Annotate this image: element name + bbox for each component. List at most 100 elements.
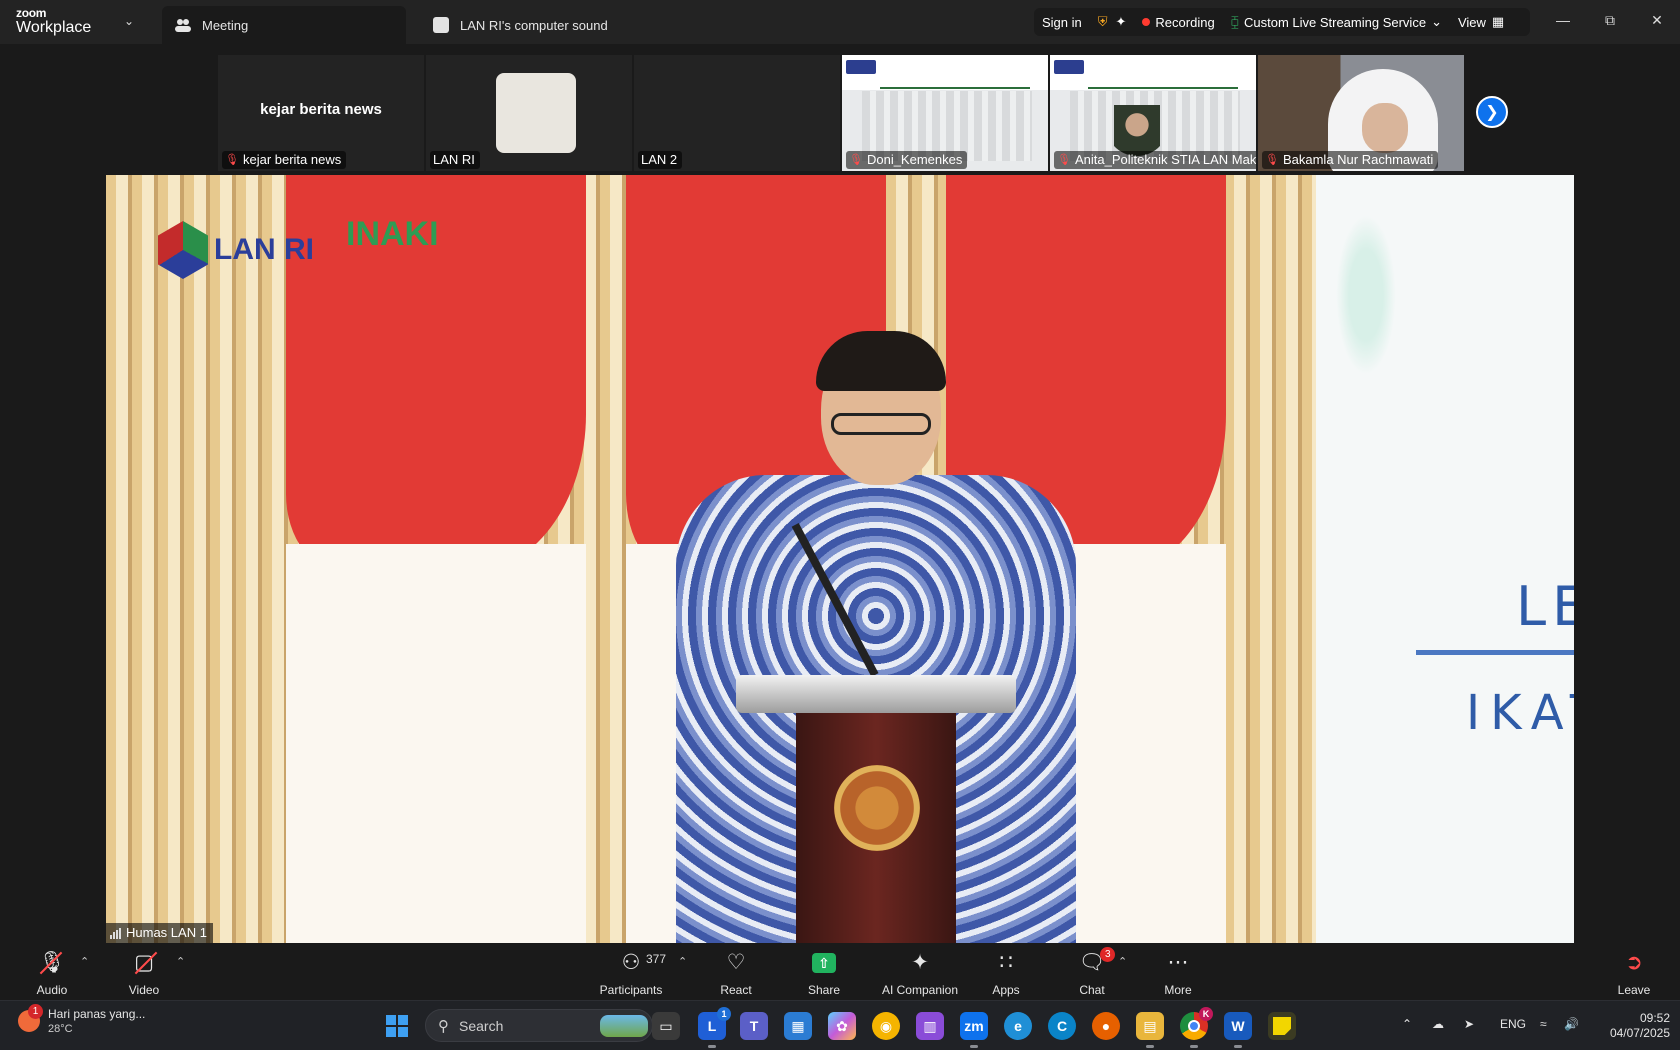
minimize-icon[interactable]: — (1540, 0, 1586, 40)
more-button[interactable]: ⋯ More (1158, 951, 1198, 997)
app-notification-badge: 1 (717, 1007, 731, 1021)
language-indicator[interactable]: ENG (1500, 1017, 1526, 1031)
windows-taskbar: 1 Hari panas yang... 28°C ⚲ Search ▭ L1 … (0, 1000, 1680, 1050)
flag (286, 175, 586, 943)
tab-computer-sound-label: LAN RI's computer sound (460, 17, 608, 33)
restore-icon[interactable]: ⧉ (1587, 0, 1633, 40)
participant-avatar (496, 73, 576, 153)
ai-companion-button[interactable]: ✦ AI Companion (878, 951, 962, 997)
leave-button[interactable]: ➲ Leave (1614, 951, 1654, 997)
participant-name: Doni_Kemenkes (866, 152, 963, 167)
firefox-icon[interactable]: ● (1092, 1012, 1120, 1040)
window-icon (430, 16, 452, 34)
meeting-controls: 🎙 Audio ⌃ ▢ Video ⌃ ⚇ Participants 377 ⌃… (0, 943, 1680, 1000)
location-icon[interactable]: ➤ (1464, 1017, 1474, 1031)
camera-off-icon: ▢ (134, 951, 158, 975)
participants-label: Participants (599, 983, 663, 997)
brand-zoom: zoom (16, 6, 47, 20)
zoom-meeting-window: zoom Workplace ⌄ Meeting LAN RI's comput… (0, 0, 1680, 1050)
participant-tile[interactable]: LAN RI (426, 55, 632, 171)
share-button[interactable]: ⇧ Share (804, 951, 844, 997)
apps-label: Apps (992, 983, 1020, 997)
copilot-icon[interactable]: ✿ (828, 1012, 856, 1040)
volume-icon[interactable]: 🔊 (1564, 1017, 1579, 1031)
chat-bubble-icon: 🗨 3 (1079, 947, 1116, 975)
app-purple-icon[interactable]: ▥ (916, 1012, 944, 1040)
recording-indicator[interactable]: Recording (1134, 15, 1222, 30)
chevron-down-icon: ⌄ (124, 14, 135, 28)
screen-text-line1: LE (1516, 575, 1574, 638)
audio-label: Audio (36, 983, 68, 997)
podium-emblem (834, 765, 920, 851)
more-dots-icon: ⋯ (1167, 951, 1189, 974)
sign-in-button[interactable]: Sign in (1034, 15, 1090, 30)
weather-widget[interactable]: 1 Hari panas yang... 28°C (18, 1004, 145, 1035)
audio-options-caret-icon[interactable]: ⌃ (80, 955, 89, 968)
more-label: More (1164, 983, 1192, 997)
video-button[interactable]: ▢ Video (126, 951, 162, 997)
browser-c-icon[interactable]: C (1048, 1012, 1076, 1040)
word-icon[interactable]: W (1224, 1012, 1252, 1048)
tray-overflow-chevron-icon[interactable]: ⌃ (1402, 1017, 1412, 1031)
taskbar-clock[interactable]: 09:52 04/07/2025 (1590, 1011, 1670, 1041)
app-circle-icon[interactable]: ◉ (872, 1012, 900, 1040)
video-options-caret-icon[interactable]: ⌃ (176, 955, 185, 968)
view-label: View (1457, 14, 1486, 30)
wifi-icon[interactable]: ≈ (1540, 1017, 1547, 1031)
participant-name-tag: LAN 2 (638, 151, 683, 169)
ai-companion-label: AI Companion (881, 983, 959, 997)
react-label: React (720, 983, 752, 997)
file-explorer-icon[interactable]: ▤ (1136, 1012, 1164, 1048)
projection-screen: LE IKAT (1316, 175, 1574, 943)
sparkle-icon[interactable]: ✦ (1116, 14, 1135, 30)
meeting-icon (172, 16, 194, 34)
participants-icon: ⚇ (621, 951, 641, 974)
apps-button[interactable]: ∷ Apps (986, 951, 1026, 997)
recording-dot-icon (1142, 18, 1151, 26)
active-speaker-video[interactable]: LE IKAT LAN RI INAKI Humas LAN 1 (106, 175, 1574, 943)
live-streaming-menu[interactable]: ⧮ Custom Live Streaming Service ⌄ (1223, 14, 1450, 30)
microphone-muted-icon: 🎙 (39, 951, 65, 975)
tab-meeting[interactable]: Meeting (162, 6, 406, 44)
leave-door-icon: ➲ (1625, 951, 1643, 974)
participant-tile[interactable]: 🎙 Bakamla Nur Rachmawati (1258, 55, 1464, 171)
teams-icon[interactable]: T (740, 1012, 768, 1040)
taskbar-search[interactable]: ⚲ Search (425, 1009, 653, 1042)
participant-name-tag: LAN RI (430, 151, 480, 169)
edge-icon[interactable]: e (1004, 1012, 1032, 1040)
lan-ri-logo: LAN RI (158, 221, 314, 279)
close-icon[interactable]: ✕ (1634, 0, 1680, 40)
zoom-workplace-menu[interactable]: zoom Workplace ⌄ (0, 0, 160, 44)
participant-name: LAN RI (433, 152, 475, 167)
taskbar-app-l-icon[interactable]: L1 (698, 1007, 731, 1048)
task-view-icon[interactable]: ▭ (652, 1012, 680, 1040)
windows-start-icon[interactable] (386, 1015, 408, 1037)
store-icon[interactable]: ▦ (784, 1012, 812, 1040)
sticky-notes-icon[interactable] (1268, 1012, 1296, 1040)
grid-view-icon: ▦ (1491, 14, 1505, 29)
zoom-app-icon[interactable]: zm (960, 1012, 988, 1048)
heart-icon: ♡ (726, 951, 746, 974)
next-page-chevron-right-icon[interactable]: ❯ (1476, 96, 1508, 128)
participant-name-tag: 🎙 kejar berita news (222, 151, 347, 169)
participant-tile[interactable]: 🎙 Anita_Politeknik STIA LAN Mak... (1050, 55, 1256, 171)
participant-name-tag: 🎙 Bakamla Nur Rachmawati (1262, 151, 1439, 169)
security-shield-icon[interactable]: ⛨ (1090, 14, 1116, 30)
chat-label: Chat (1079, 983, 1105, 997)
participant-name-tag: 🎙 Doni_Kemenkes (846, 151, 968, 169)
onedrive-cloud-icon[interactable]: ☁ (1432, 1017, 1444, 1031)
chat-button[interactable]: 🗨 3 Chat (1072, 947, 1116, 997)
chat-caret-icon[interactable]: ⌃ (1118, 955, 1127, 968)
speaker-name: Humas LAN 1 (126, 925, 207, 940)
chrome-icon[interactable]: K (1180, 1007, 1213, 1048)
react-button[interactable]: ♡ React (716, 951, 756, 997)
view-button[interactable]: View ▦ (1450, 14, 1512, 30)
audio-button[interactable]: 🎙 Audio (34, 951, 70, 997)
tab-computer-sound[interactable]: LAN RI's computer sound (430, 6, 650, 44)
participant-tile[interactable]: 🎙 Doni_Kemenkes (842, 55, 1048, 171)
participant-tile[interactable]: LAN 2 (634, 55, 840, 171)
participant-thumbnail-strip: kejar berita news 🎙 kejar berita news LAN… (0, 44, 1680, 174)
participants-caret-icon[interactable]: ⌃ (678, 955, 687, 968)
participant-tile[interactable]: kejar berita news 🎙 kejar berita news (218, 55, 424, 171)
clock-time: 09:52 (1639, 1011, 1670, 1025)
